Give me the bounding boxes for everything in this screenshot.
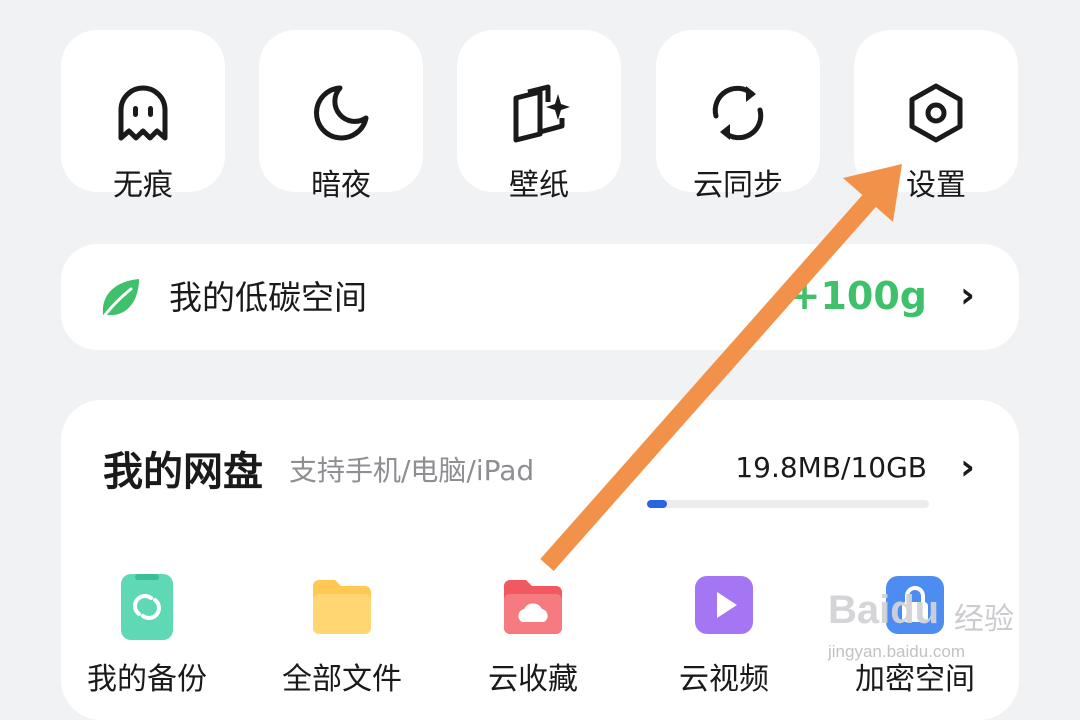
disk-item-label: 云收藏 xyxy=(488,662,578,697)
sync-icon xyxy=(712,85,764,141)
disk-item-label: 加密空间 xyxy=(855,662,975,697)
leaf-icon xyxy=(102,279,139,317)
disk-item-label: 我的备份 xyxy=(87,662,207,697)
disk-item-cloud-video[interactable]: 云视频 xyxy=(629,572,819,697)
low-carbon-space-card[interactable]: 我的低碳空间 +100g › xyxy=(61,244,1019,350)
cloud-folder-icon xyxy=(504,580,562,634)
ghost-icon xyxy=(118,85,168,141)
quick-action-label: 暗夜 xyxy=(311,168,371,203)
cloud-disk-subtitle: 支持手机/电脑/iPad xyxy=(289,454,535,487)
moon-icon xyxy=(314,85,369,141)
settings-hexagon-icon xyxy=(909,83,963,143)
disk-item-label: 全部文件 xyxy=(282,662,402,697)
low-carbon-value: +100g xyxy=(788,274,927,318)
quick-action-settings[interactable]: 设置 xyxy=(854,30,1018,203)
storage-progress-bar xyxy=(647,500,929,508)
quick-action-label: 云同步 xyxy=(693,168,783,203)
low-carbon-title: 我的低碳空间 xyxy=(169,278,367,317)
disk-item-cloud-favorites[interactable]: 云收藏 xyxy=(438,572,628,697)
quick-action-cloud-sync[interactable]: 云同步 xyxy=(656,30,820,203)
cloud-disk-title: 我的网盘 xyxy=(103,449,263,495)
quick-action-incognito[interactable]: 无痕 xyxy=(61,30,225,203)
disk-item-backup[interactable]: 我的备份 xyxy=(52,572,242,697)
storage-progress-fill xyxy=(647,500,667,508)
phone-backup-icon xyxy=(121,574,173,640)
chevron-right-icon[interactable]: › xyxy=(960,448,975,488)
disk-item-label: 云视频 xyxy=(679,662,769,697)
lock-vault-icon xyxy=(886,576,944,634)
disk-item-all-files[interactable]: 全部文件 xyxy=(247,572,437,697)
video-play-icon xyxy=(695,576,753,634)
folder-icon xyxy=(313,580,371,634)
quick-action-wallpaper[interactable]: 壁纸 xyxy=(457,30,621,203)
quick-action-label: 设置 xyxy=(906,168,966,203)
quick-action-label: 无痕 xyxy=(113,168,173,203)
wallpaper-sparkle-icon xyxy=(513,84,570,143)
quick-action-label: 壁纸 xyxy=(509,168,569,203)
disk-item-encrypted-space[interactable]: 加密空间 xyxy=(820,572,1010,697)
storage-usage[interactable]: 19.8MB/10GB xyxy=(735,450,927,486)
chevron-right-icon: › xyxy=(960,275,975,316)
cloud-disk-card: 我的网盘 支持手机/电脑/iPad 19.8MB/10GB › 我的备份 全部文… xyxy=(61,400,1019,720)
quick-action-night-mode[interactable]: 暗夜 xyxy=(259,30,423,203)
